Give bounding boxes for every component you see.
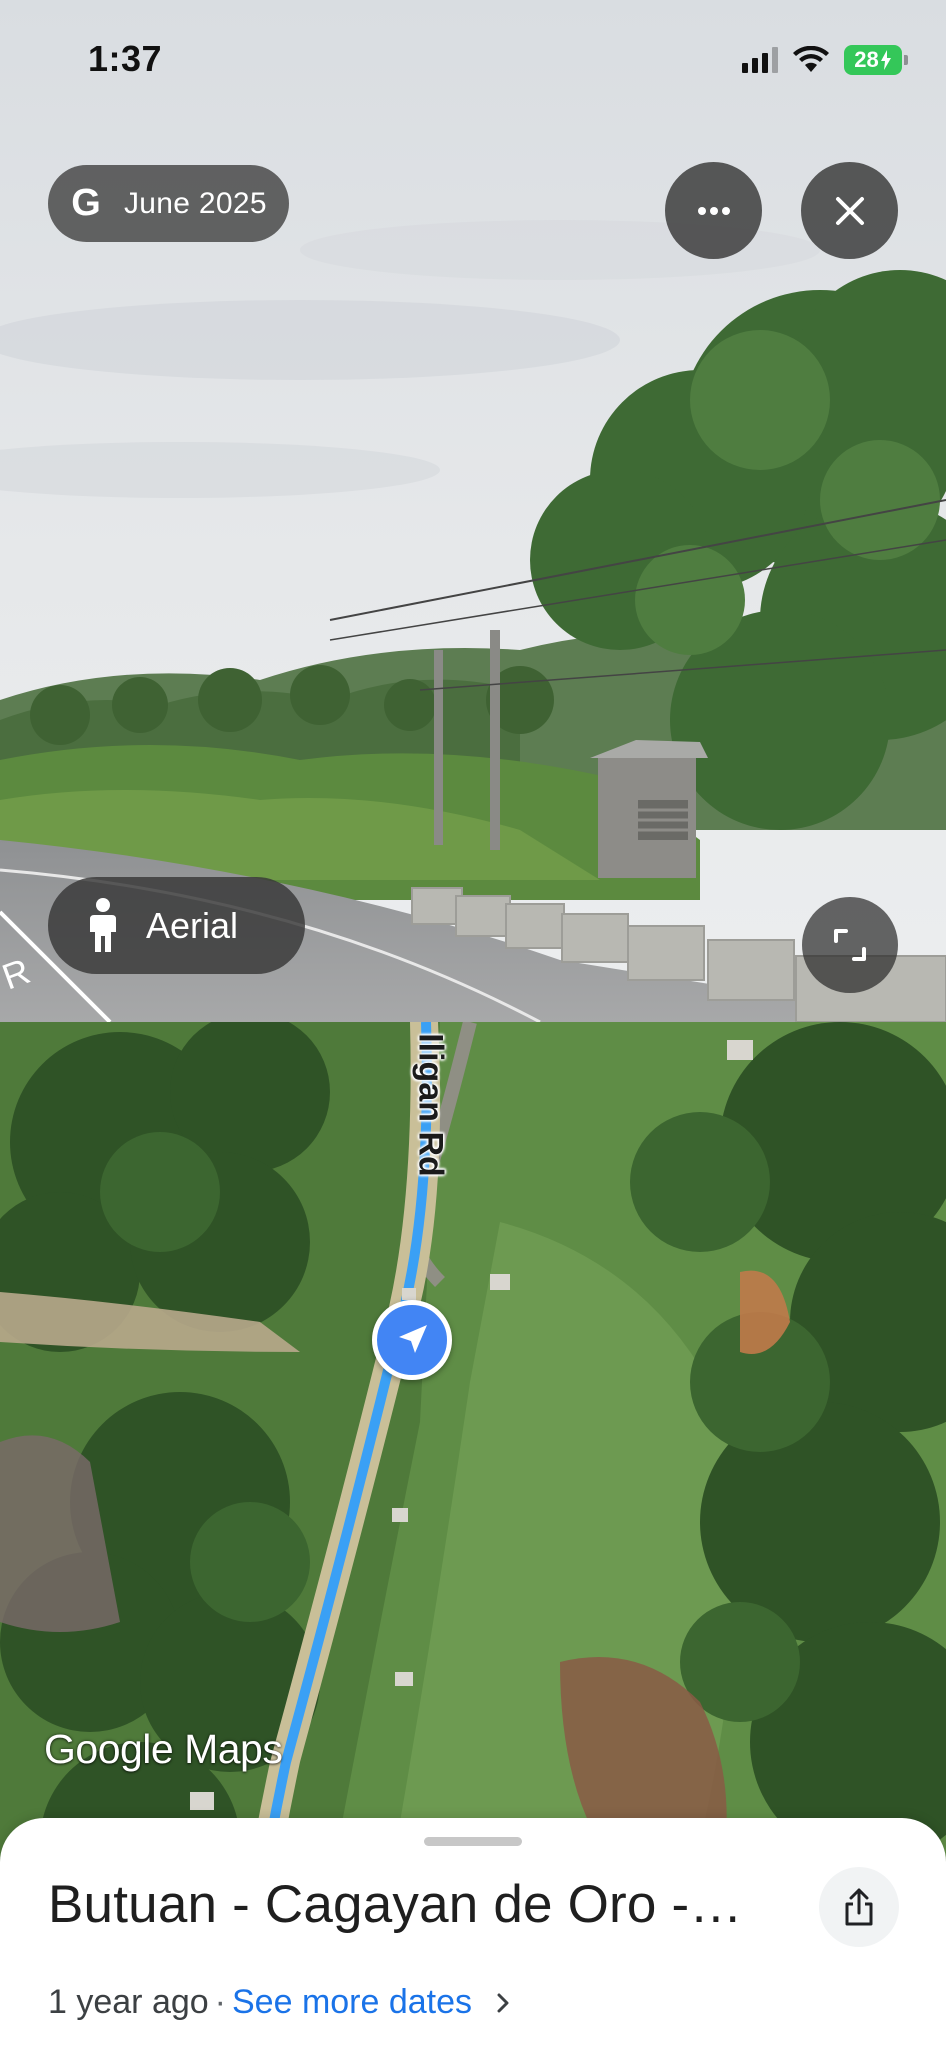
bottom-sheet[interactable]: Butuan - Cagayan de Oro -… 1 year ago · … (0, 1818, 946, 2047)
navigation-arrow-icon (399, 1325, 427, 1353)
status-bar: 1:37 28 (0, 0, 946, 120)
location-title: Butuan - Cagayan de Oro -… (48, 1875, 743, 1934)
street-view-pane[interactable]: R 1:37 28 G June 2025 Aerial (0, 0, 946, 1022)
google-logo-icon: G (71, 182, 101, 224)
expand-icon (834, 929, 866, 961)
imagery-date-label: June 2025 (124, 186, 267, 220)
aerial-button-label: Aerial (146, 904, 239, 946)
cellular-signal-icon (742, 47, 778, 73)
separator-dot: · (214, 1983, 226, 2021)
share-button[interactable] (819, 1867, 899, 1947)
wifi-icon (793, 46, 829, 72)
more-horizontal-icon (697, 206, 730, 215)
google-maps-watermark: Google Maps (44, 1726, 283, 1772)
charging-bolt-icon (880, 50, 891, 70)
close-button[interactable] (801, 162, 898, 259)
location-puck[interactable] (372, 1300, 452, 1380)
expand-button[interactable] (802, 897, 898, 993)
more-options-button[interactable] (665, 162, 762, 259)
share-icon (845, 1888, 873, 1926)
aerial-view-button[interactable]: Aerial (48, 877, 305, 974)
battery-level: 28 (854, 47, 879, 72)
status-time: 1:37 (88, 38, 163, 79)
chevron-right-icon[interactable] (496, 1992, 510, 2014)
road-label: Iligan Rd (411, 1033, 450, 1177)
see-more-dates-link[interactable]: See more dates (232, 1983, 472, 2022)
pegman-icon (90, 897, 116, 952)
imagery-age: 1 year ago (48, 1983, 209, 2021)
battery-icon: 28 (844, 45, 908, 75)
sheet-drag-handle[interactable] (424, 1837, 522, 1846)
status-icons: 28 (742, 42, 908, 78)
imagery-info-row: 1 year ago · See more dates (48, 1983, 510, 2022)
imagery-date-chip[interactable]: G June 2025 (48, 165, 289, 242)
close-icon (835, 196, 864, 225)
street-view-image: R (0, 0, 946, 1022)
